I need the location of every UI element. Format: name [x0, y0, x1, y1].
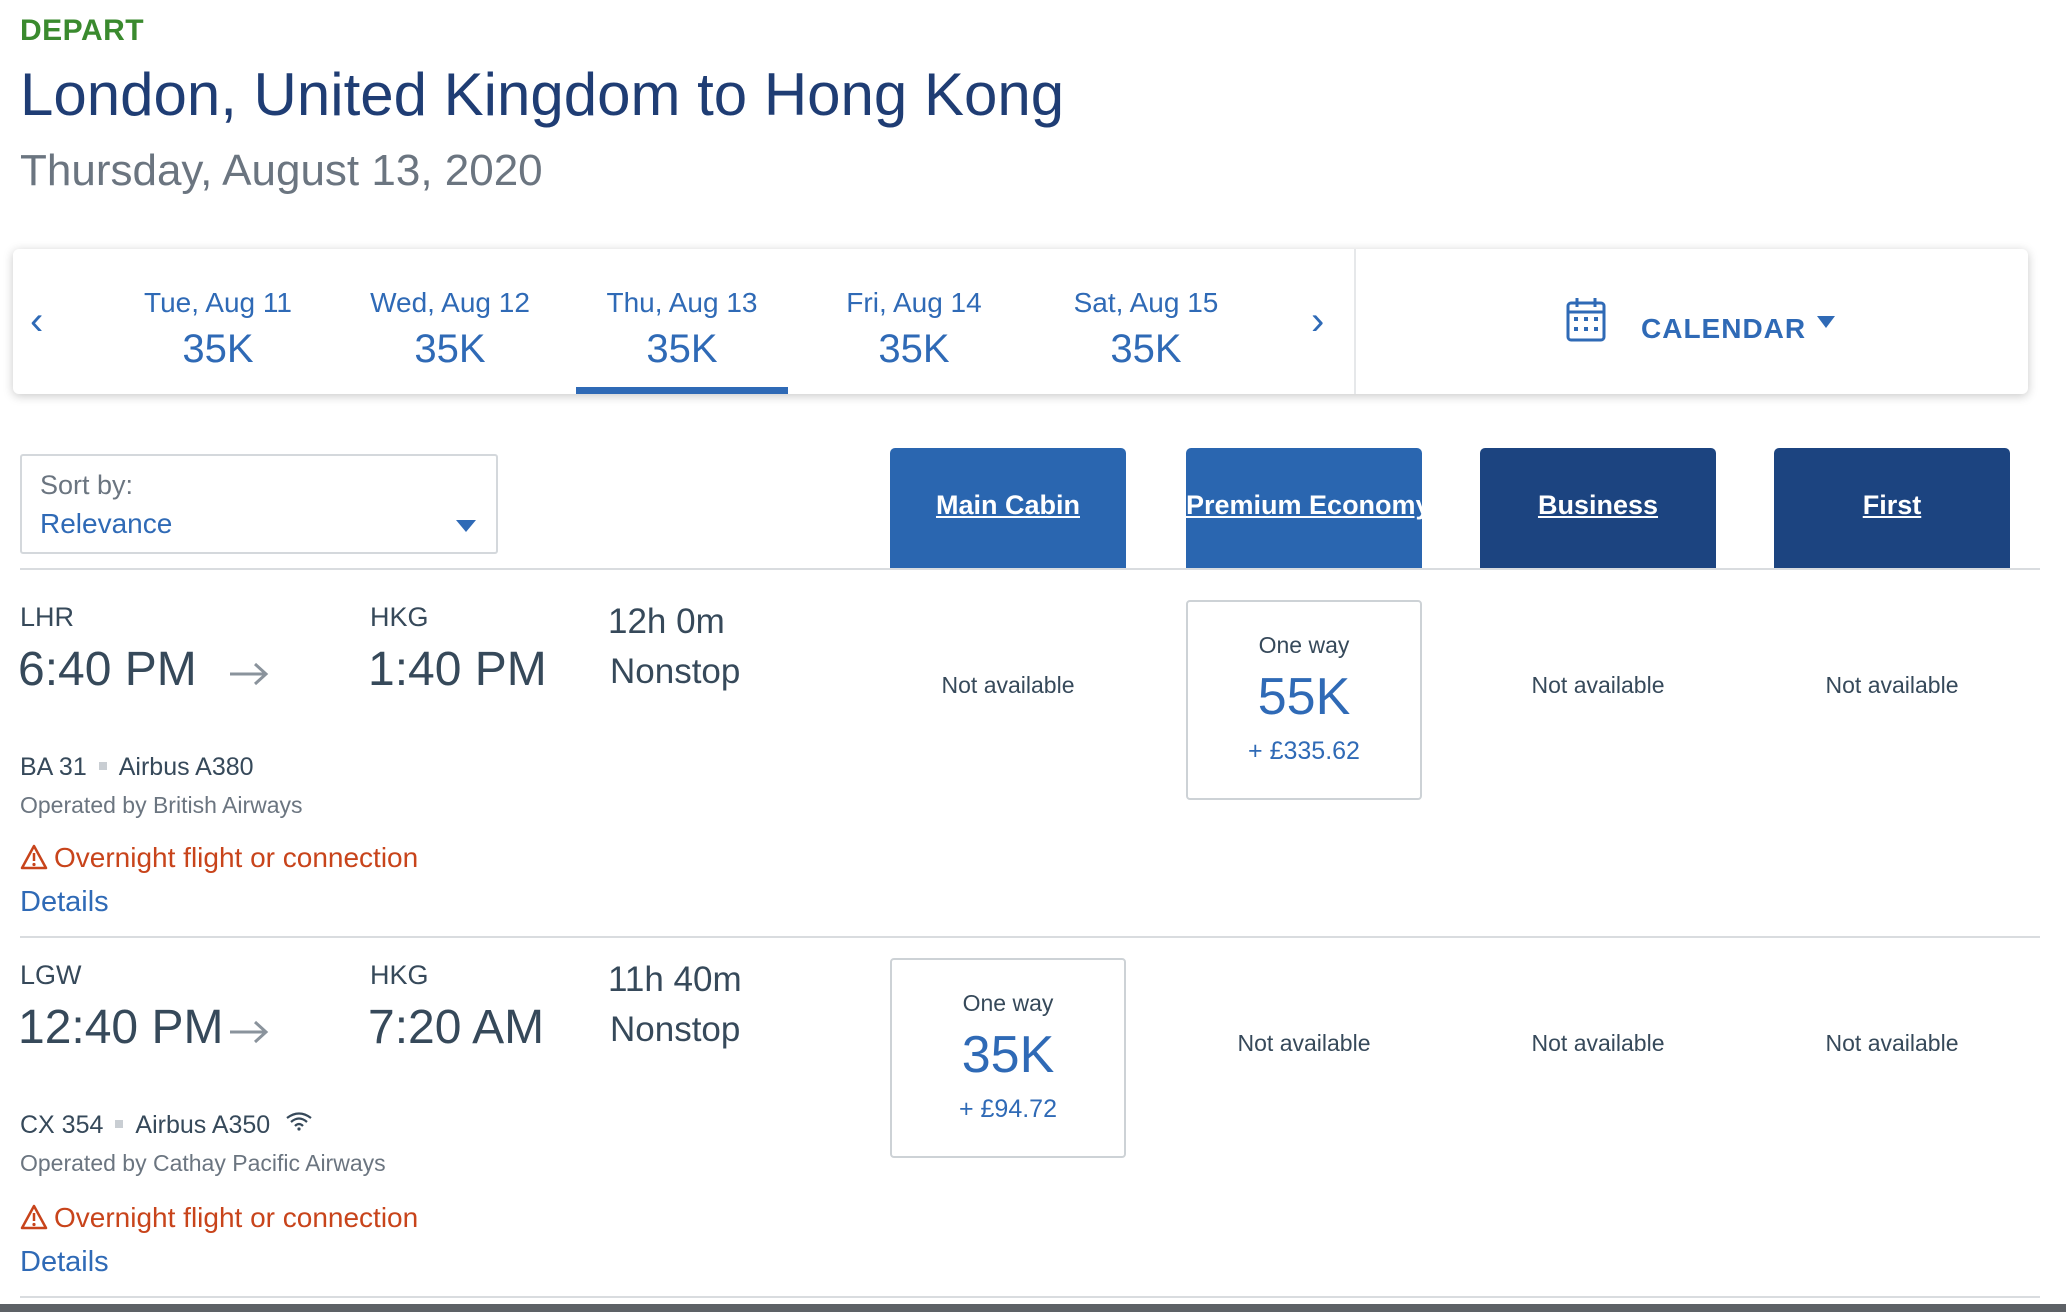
origin-airport: LGW [20, 960, 82, 990]
date-tab-aug-15[interactable]: Sat, Aug 15 35K [1040, 249, 1252, 394]
warning-triangle-icon [20, 844, 48, 870]
details-link[interactable]: Details [20, 886, 109, 919]
calendar-icon [1566, 298, 1606, 342]
cabin-header-business[interactable]: Business [1480, 448, 1716, 568]
fare-taxes: + £94.72 [958, 1095, 1057, 1123]
separator [115, 1120, 124, 1129]
date-selector: ‹ Tue, Aug 11 35K Wed, Aug 12 35K Thu, A… [13, 249, 2028, 394]
divider [20, 568, 2040, 570]
arrow-right-icon [230, 662, 269, 686]
flight-number: CX 354 [20, 1111, 104, 1139]
date-tab-label: Wed, Aug 12 [370, 287, 530, 318]
flight-info: CX 354 Airbus A350 [20, 1111, 313, 1140]
date-tab-aug-13-selected[interactable]: Thu, Aug 13 35K [576, 249, 788, 394]
depart-time: 6:40 PM [18, 643, 197, 696]
fare-not-available: Not available [1825, 672, 1959, 698]
overnight-warning: Overnight flight or connection [20, 842, 418, 874]
divider [20, 1296, 2040, 1298]
date-tab-label: Thu, Aug 13 [606, 287, 758, 318]
fare-not-available: Not available [1237, 1030, 1371, 1056]
wifi-icon [286, 1112, 312, 1131]
fare-not-available: Not available [1825, 1030, 1959, 1056]
sort-label: Sort by: [40, 470, 134, 500]
fare-taxes: + £335.62 [1248, 737, 1360, 765]
details-link[interactable]: Details [20, 1246, 109, 1279]
date-tab-price: 35K [878, 327, 950, 371]
fare-points: 35K [961, 1026, 1055, 1084]
chevron-left-icon[interactable]: ‹ [30, 299, 43, 344]
flight-duration: 12h 0m [608, 602, 725, 641]
date-tab-label: Tue, Aug 11 [144, 287, 292, 318]
chevron-right-icon[interactable]: › [1311, 299, 1324, 344]
cabin-header-main[interactable]: Main Cabin [890, 448, 1126, 568]
fare-points: 55K [1257, 668, 1351, 726]
page-title: London, United Kingdom to Hong Kong [20, 61, 1065, 128]
operator: Operated by Cathay Pacific Airways [20, 1150, 386, 1176]
date-tab-label: Sat, Aug 15 [1073, 287, 1219, 318]
arrive-time: 1:40 PM [368, 643, 547, 696]
caret-down-icon[interactable] [1817, 316, 1835, 328]
date-tab-price: 35K [182, 327, 254, 371]
sort-select[interactable]: Sort by: Relevance [20, 454, 498, 554]
fare-option[interactable]: One way 55K + £335.62 [1186, 600, 1422, 800]
flight-info: BA 31 Airbus A380 [20, 753, 254, 782]
separator [98, 762, 107, 771]
date-tab-aug-14[interactable]: Fri, Aug 14 35K [808, 249, 1020, 394]
caret-down-icon [456, 520, 476, 532]
divider [20, 936, 2040, 938]
fare-not-available: Not available [1531, 1030, 1665, 1056]
arrive-time: 7:20 AM [368, 1001, 545, 1054]
date-tab-label: Fri, Aug 14 [846, 287, 982, 318]
date-tab-price: 35K [414, 327, 486, 371]
destination-airport: HKG [370, 602, 429, 632]
warning-triangle-icon [20, 1204, 48, 1230]
flight-duration: 11h 40m [608, 960, 742, 999]
warning-text: Overnight flight or connection [54, 1202, 419, 1233]
fare-option[interactable]: One way 35K + £94.72 [890, 958, 1126, 1158]
operator: Operated by British Airways [20, 792, 303, 818]
warning-text: Overnight flight or connection [54, 842, 419, 873]
overnight-warning: Overnight flight or connection [20, 1202, 418, 1234]
bottom-edge [0, 1304, 2066, 1312]
depart-time: 12:40 PM [18, 1001, 224, 1054]
travel-date: Thursday, August 13, 2020 [20, 146, 543, 195]
cabin-header-premium-economy[interactable]: Premium Economy [1186, 448, 1422, 568]
flight-number: BA 31 [20, 753, 87, 781]
arrow-right-icon [230, 1020, 269, 1044]
fare-not-available: Not available [941, 672, 1075, 698]
sort-value: Relevance [40, 508, 173, 539]
stops: Nonstop [610, 1010, 741, 1049]
date-tab-aug-11[interactable]: Tue, Aug 11 35K [112, 249, 324, 394]
divider [1354, 249, 1356, 394]
fare-trip-type: One way [962, 990, 1054, 1016]
direction-label: DEPART [20, 14, 145, 47]
aircraft: Airbus A380 [118, 753, 254, 781]
stops: Nonstop [610, 652, 741, 691]
date-tab-aug-12[interactable]: Wed, Aug 12 35K [344, 249, 556, 394]
origin-airport: LHR [20, 602, 75, 632]
fare-not-available: Not available [1531, 672, 1665, 698]
date-tab-price: 35K [1110, 327, 1182, 371]
fare-trip-type: One way [1258, 632, 1350, 658]
date-tab-price: 35K [646, 327, 718, 371]
cabin-header-first[interactable]: First [1774, 448, 2010, 568]
calendar-label[interactable]: CALENDAR [1641, 313, 1806, 345]
destination-airport: HKG [370, 960, 429, 990]
aircraft: Airbus A350 [135, 1111, 271, 1139]
